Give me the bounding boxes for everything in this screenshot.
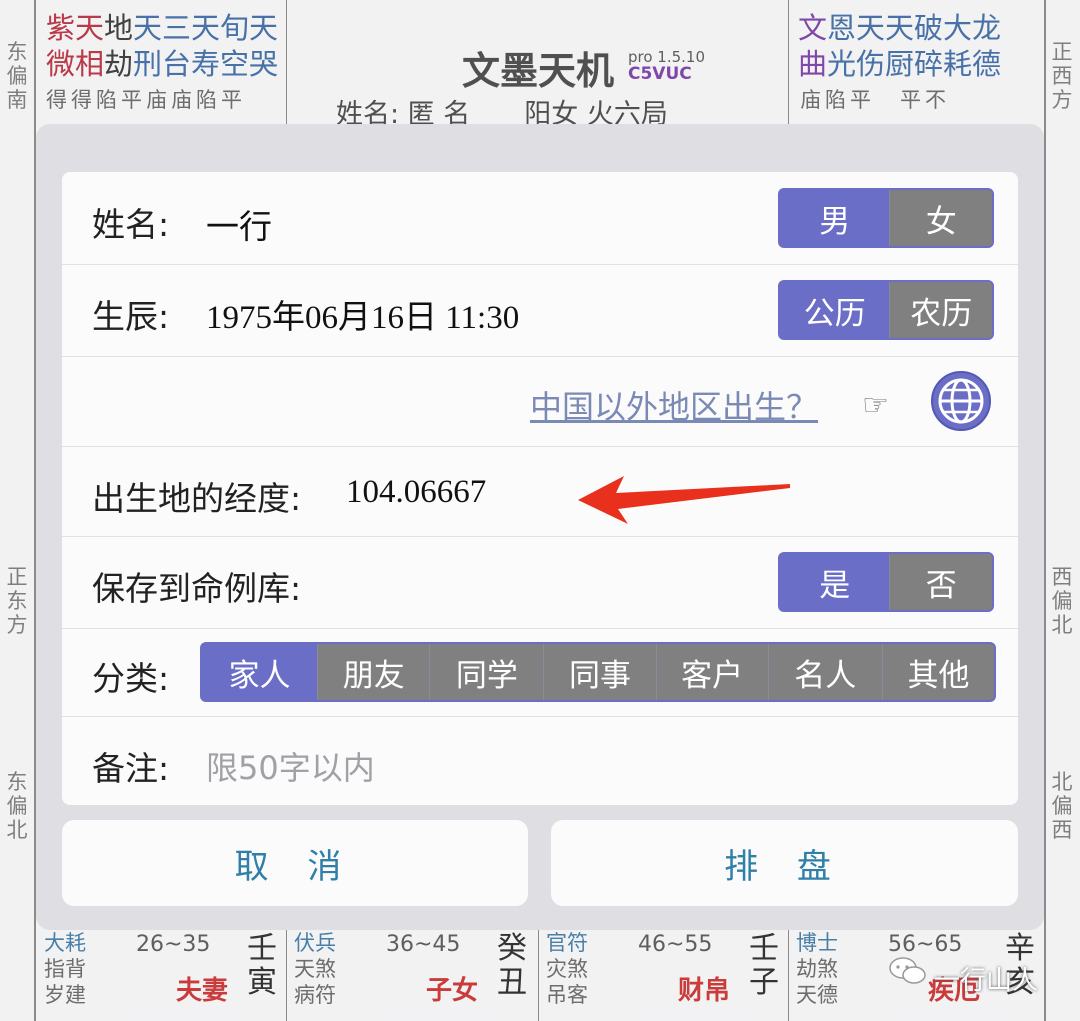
category-client-option[interactable]: 客户	[655, 644, 768, 700]
category-celebrity-option[interactable]: 名人	[767, 644, 882, 700]
save-yes-option[interactable]: 是	[780, 554, 890, 610]
category-selector: 家人 朋友 同学 同事 客户 名人 其他	[200, 642, 996, 702]
abroad-row: 中国以外地区出生？ ☞	[62, 356, 1018, 447]
abroad-birth-link[interactable]: 中国以外地区出生？	[530, 382, 818, 428]
longitude-row: 出生地的经度: 104.06667	[62, 446, 1018, 537]
category-friend-option[interactable]: 朋友	[317, 644, 429, 700]
name-label: 姓名:	[92, 205, 170, 244]
category-family-option[interactable]: 家人	[202, 644, 318, 700]
save-row: 保存到命例库: 是 否	[62, 536, 1018, 629]
save-label: 保存到命例库:	[92, 569, 302, 608]
birth-datetime-field[interactable]: 1975年06月16日 11:30	[206, 290, 519, 338]
gender-female-option[interactable]: 女	[889, 190, 992, 246]
category-other-option[interactable]: 其他	[881, 644, 994, 700]
category-classmate-option[interactable]: 同学	[429, 644, 543, 700]
notes-label: 备注:	[92, 749, 170, 788]
gender-male-option[interactable]: 男	[780, 190, 890, 246]
name-field[interactable]: 一行	[206, 200, 272, 248]
save-no-option[interactable]: 否	[889, 554, 992, 610]
calendar-solar-option[interactable]: 公历	[780, 282, 890, 338]
cancel-button[interactable]: 取 消	[62, 820, 528, 906]
calendar-toggle: 公历 农历	[778, 280, 994, 340]
notes-input[interactable]: 限50字以内	[206, 743, 375, 789]
globe-icon[interactable]	[930, 370, 992, 432]
submit-chart-button[interactable]: 排 盘	[551, 820, 1018, 906]
gender-toggle: 男 女	[778, 188, 994, 248]
birth-label: 生辰:	[92, 297, 170, 336]
longitude-field[interactable]: 104.06667	[346, 474, 486, 511]
pointing-hand-icon: ☞	[862, 388, 889, 423]
save-toggle: 是 否	[778, 552, 994, 612]
name-row: 姓名: 一行 男 女	[62, 172, 1018, 265]
category-label: 分类:	[92, 659, 170, 698]
red-arrow-annotation	[578, 476, 790, 524]
notes-row: 备注: 限50字以内	[62, 716, 1018, 805]
birth-info-form: 姓名: 一行 男 女 生辰: 1975年06月16日 11:30 公历 农历 中…	[62, 172, 1018, 805]
calendar-lunar-option[interactable]: 农历	[889, 282, 992, 338]
category-row: 分类: 家人 朋友 同学 同事 客户 名人 其他	[62, 628, 1018, 717]
longitude-label: 出生地的经度:	[92, 479, 302, 518]
birth-row: 生辰: 1975年06月16日 11:30 公历 农历	[62, 264, 1018, 357]
category-colleague-option[interactable]: 同事	[543, 644, 655, 700]
